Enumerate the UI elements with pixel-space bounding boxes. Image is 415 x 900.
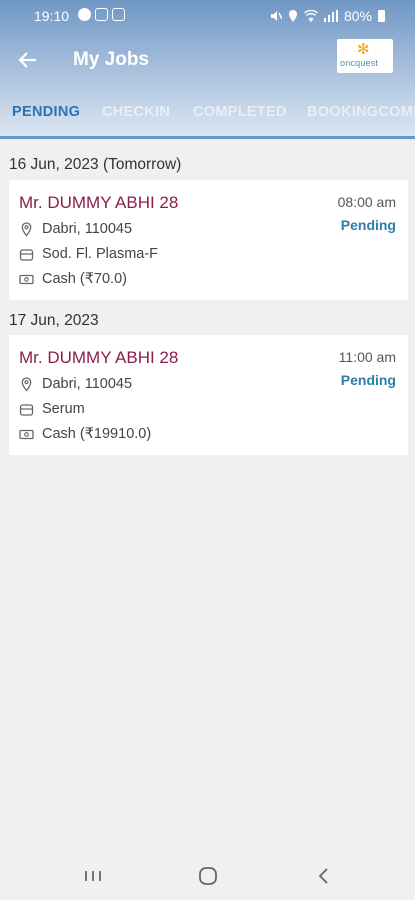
tab-checkin[interactable]: CHECKIN	[102, 104, 170, 120]
status-time: 19:10	[34, 8, 70, 24]
notification-icon	[95, 8, 108, 21]
toolbar: My Jobs ✻ oncquest	[0, 34, 415, 86]
arrow-left-icon	[18, 52, 36, 68]
home-button[interactable]	[193, 862, 223, 890]
battery-percent: 80%	[343, 8, 372, 24]
back-button[interactable]	[14, 46, 42, 74]
payment-row: Cash (₹19910.0)	[19, 426, 151, 442]
recent-apps-button[interactable]	[78, 862, 108, 890]
chevron-left-icon	[318, 868, 328, 884]
signal-icon	[323, 10, 338, 22]
cash-icon	[19, 274, 34, 284]
app-header: 19:10 80% My Jobs ✻ oncquest PENDING CHE…	[0, 0, 415, 140]
sample-text: Sod. Fl. Plasma-F	[42, 246, 159, 262]
mute-icon	[270, 11, 282, 21]
location-row: Dabri, 110045	[19, 221, 132, 237]
job-card[interactable]: Mr. DUMMY ABHI 28 11:00 am Pending Dabri…	[9, 335, 408, 455]
logo-text: oncquest	[340, 58, 379, 68]
tab-bookingcomp[interactable]: BOOKINGCOMP	[307, 104, 415, 120]
sample-text: Serum	[42, 401, 85, 417]
location-icon	[288, 10, 297, 22]
home-icon	[199, 867, 217, 885]
status-indicators: 80%	[270, 8, 385, 24]
status-bar: 19:10 80%	[0, 0, 415, 32]
location-pin-icon	[21, 221, 32, 237]
payment-text: Cash (₹70.0)	[42, 271, 127, 287]
logo-mark: ✻	[357, 41, 370, 58]
patient-name: Mr. DUMMY ABHI 28	[19, 348, 179, 367]
date-header: 17 Jun, 2023	[9, 312, 99, 329]
notification-icons	[78, 8, 125, 21]
tab-indicator	[0, 136, 415, 139]
system-nav-bar	[0, 852, 415, 900]
wifi-icon	[304, 10, 318, 22]
system-back-button[interactable]	[309, 862, 339, 890]
job-time: 11:00 am	[338, 349, 396, 365]
job-time: 08:00 am	[337, 194, 396, 210]
notification-icon	[78, 8, 91, 21]
recent-apps-icon	[85, 871, 101, 881]
tab-pending[interactable]: PENDING	[12, 104, 80, 120]
lock-icon	[112, 8, 125, 21]
oncquest-logo: ✻ oncquest	[337, 39, 393, 73]
job-status: Pending	[340, 372, 396, 388]
payment-row: Cash (₹70.0)	[19, 271, 127, 287]
sample-row: Serum	[19, 401, 85, 417]
location-text: Dabri, 110045	[42, 221, 133, 237]
job-card[interactable]: Mr. DUMMY ABHI 28 08:00 am Pending Dabri…	[9, 180, 408, 300]
patient-name: Mr. DUMMY ABHI 28	[19, 193, 179, 212]
sample-tube-icon	[19, 248, 34, 261]
location-row: Dabri, 110045	[19, 376, 132, 392]
job-status: Pending	[340, 217, 396, 233]
sample-tube-icon	[19, 403, 34, 416]
tab-completed[interactable]: COMPLETED	[193, 104, 287, 120]
battery-icon	[378, 10, 385, 22]
location-pin-icon	[21, 376, 32, 392]
payment-text: Cash (₹19910.0)	[42, 426, 152, 442]
date-header: 16 Jun, 2023 (Tomorrow)	[9, 156, 182, 173]
page-title: My Jobs	[73, 49, 150, 70]
tab-bar: PENDING CHECKIN COMPLETED BOOKINGCOMP	[0, 86, 415, 138]
cash-icon	[19, 429, 34, 439]
location-text: Dabri, 110045	[42, 376, 133, 392]
sample-row: Sod. Fl. Plasma-F	[19, 246, 158, 262]
